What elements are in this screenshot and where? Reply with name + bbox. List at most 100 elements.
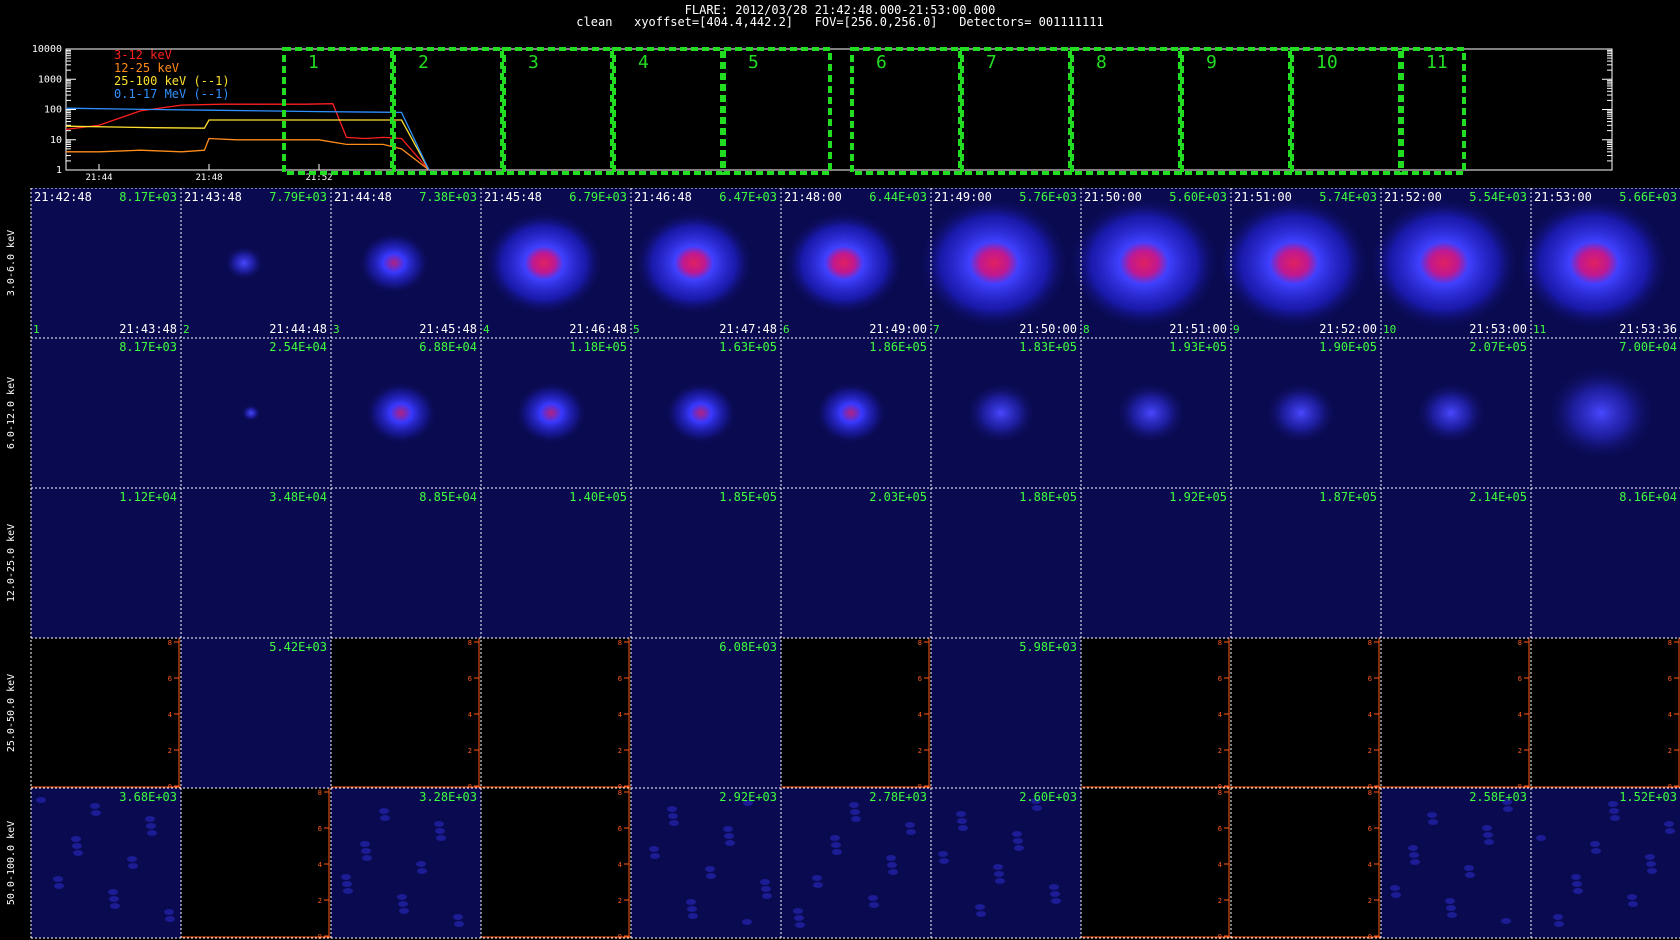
noise-blob <box>1573 888 1583 894</box>
image-max-value: 1.52E+03 <box>1619 790 1677 804</box>
image-cell: 1.85E+05 <box>631 488 781 638</box>
noise-blob <box>1014 845 1024 851</box>
noise-blob <box>958 825 968 831</box>
noise-blob <box>906 829 916 835</box>
image-background <box>481 488 631 638</box>
noise-blob <box>146 823 156 829</box>
noise-blob <box>145 816 155 822</box>
y-tick-label: 10000 <box>32 44 62 55</box>
interval-index: 9 <box>1233 323 1240 336</box>
interval-number: 1 <box>308 52 319 73</box>
empty-axis-tick-label: 2 <box>168 747 172 755</box>
noise-blob <box>830 835 840 841</box>
image-cell: 2.03E+05 <box>781 488 931 638</box>
noise-blob <box>868 895 878 901</box>
image-start-time: 21:42:48 <box>34 190 92 204</box>
empty-axis-tick-label: 6 <box>1518 675 1522 683</box>
emission-source <box>223 245 265 281</box>
empty-image <box>1381 638 1531 788</box>
noise-blob <box>165 916 175 922</box>
image-start-time: 21:49:00 <box>934 190 992 204</box>
noise-blob <box>128 863 138 869</box>
empty-axis-tick-label: 8 <box>168 639 172 647</box>
image-max-value: 1.12E+04 <box>119 490 177 504</box>
image-cell: 2.54E+04 <box>181 338 331 488</box>
y-tick-label: 1000 <box>38 74 62 85</box>
interval-number: 7 <box>986 52 997 73</box>
image-cell: 3.48E+04 <box>181 488 331 638</box>
image-grid: 3.0-6.0 keV 8.17E+03 21:42:48 21:43:48 1 7.79… <box>6 188 1680 940</box>
interval-box <box>960 47 1072 175</box>
image-max-value: 3.48E+04 <box>269 490 327 504</box>
noise-blob <box>1408 845 1418 851</box>
noise-blob <box>53 876 63 882</box>
empty-axis-tick-label: 8 <box>1218 789 1222 797</box>
empty-axis-tick-label: 6 <box>618 675 622 683</box>
empty-axis-tick-label: 4 <box>618 861 622 869</box>
noise-blob <box>849 802 859 808</box>
empty-image <box>481 788 631 938</box>
noise-blob <box>453 914 463 920</box>
noise-blob <box>435 828 445 834</box>
image-cell: 8.17E+03 <box>31 338 181 488</box>
image-background <box>1081 488 1231 638</box>
noise-blob <box>742 919 752 925</box>
image-max-value: 2.07E+05 <box>1469 340 1527 354</box>
image-cell: 2.07E+05 <box>1381 338 1531 488</box>
noise-blob <box>886 855 896 861</box>
emission-source <box>241 404 261 422</box>
empty-axis-tick-label: 0 <box>1368 933 1372 940</box>
interval-index: 10 <box>1383 323 1396 336</box>
image-background <box>31 188 181 338</box>
noise-blob <box>761 886 771 892</box>
image-start-time: 21:50:00 <box>1084 190 1142 204</box>
image-background <box>31 788 181 938</box>
noise-blob <box>869 902 879 908</box>
empty-axis-tick-label: 2 <box>918 747 922 755</box>
noise-blob <box>1501 918 1511 924</box>
empty-axis-tick-label: 4 <box>468 711 472 719</box>
noise-blob <box>417 868 427 874</box>
image-row: 50.0-100.0 keV 3.68E+03 0 2 4 6 8 3.28E+03 0 2 4 6 8… <box>6 788 1680 940</box>
empty-axis-tick-label: 2 <box>1368 897 1372 905</box>
image-cell: 02468 <box>181 788 331 940</box>
noise-blob <box>724 833 734 839</box>
image-max-value: 2.58E+03 <box>1469 790 1527 804</box>
image-start-time: 21:51:00 <box>1234 190 1292 204</box>
image-cell: 02468 <box>331 638 481 791</box>
image-cell: 6.08E+03 <box>631 638 781 788</box>
empty-axis-tick-label: 6 <box>318 825 322 833</box>
x-tick-label: 21:44 <box>85 173 112 183</box>
interval-box <box>1070 47 1182 175</box>
empty-image <box>1081 638 1231 788</box>
image-cell: 5.98E+03 <box>931 638 1081 788</box>
noise-blob <box>1032 805 1042 811</box>
image-background <box>1531 788 1680 938</box>
image-start-time: 21:48:00 <box>784 190 842 204</box>
legend-entry: 3-12 keV <box>114 48 172 62</box>
interval-number: 9 <box>1206 52 1217 73</box>
empty-image <box>1231 638 1381 788</box>
y-tick-label: 10 <box>50 135 62 146</box>
plot-header: FLARE: 2012/03/28 21:42:48.000-21:53:00.… <box>0 4 1680 28</box>
empty-axis-tick-label: 2 <box>1218 897 1222 905</box>
image-background <box>781 488 931 638</box>
image-end-time: 21:43:48 <box>119 322 177 336</box>
image-cell: 3.68E+03 <box>31 788 181 938</box>
energy-band-label: 50.0-100.0 keV <box>6 821 17 905</box>
image-cell: 1.93E+05 <box>1081 338 1231 488</box>
image-cell: 6.79E+03 21:45:48 21:46:48 4 <box>481 188 631 338</box>
image-max-value: 5.98E+03 <box>1019 640 1077 654</box>
noise-blob <box>887 862 897 868</box>
empty-axis-tick-label: 6 <box>168 675 172 683</box>
interval-number: 11 <box>1426 52 1448 73</box>
image-max-value: 1.87E+05 <box>1319 490 1377 504</box>
noise-blob <box>994 871 1004 877</box>
image-max-value: 1.40E+05 <box>569 490 627 504</box>
noise-blob <box>813 882 823 888</box>
image-cell: 2.92E+03 <box>631 788 781 938</box>
interval-number: 2 <box>418 52 429 73</box>
image-end-time: 21:47:48 <box>719 322 777 336</box>
empty-image <box>31 638 181 788</box>
noise-blob <box>831 842 841 848</box>
